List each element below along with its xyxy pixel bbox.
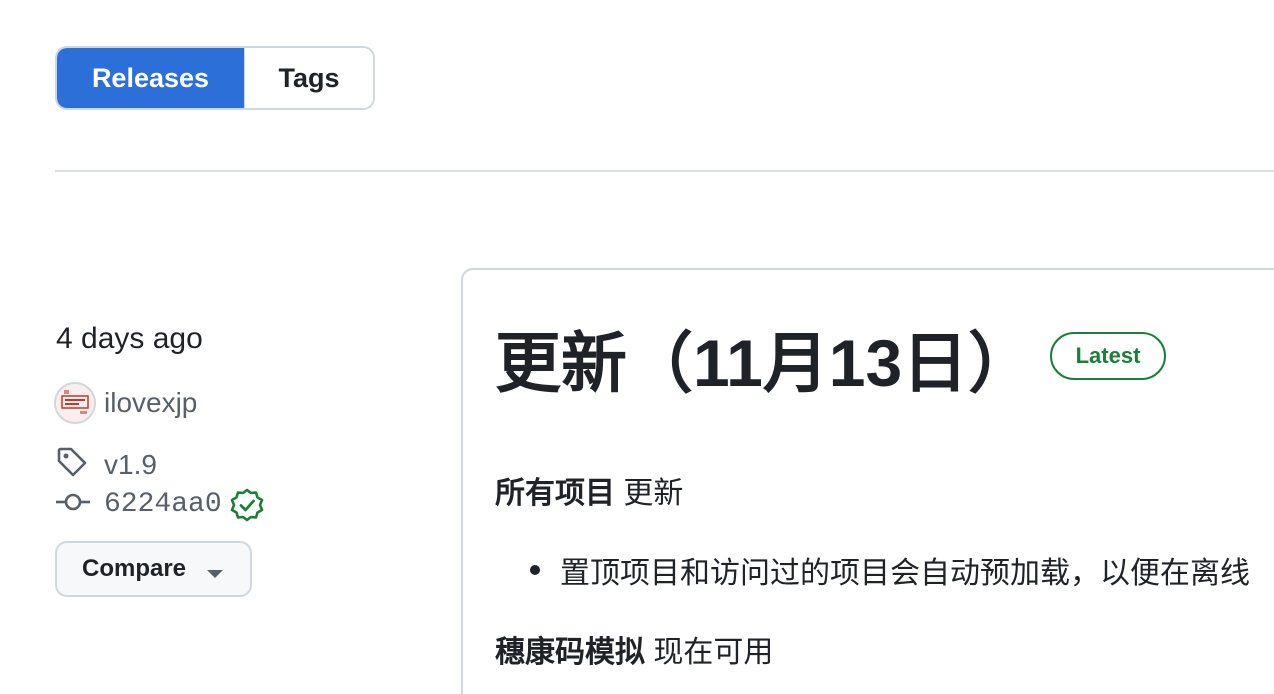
list-item-text: 置顶项目和访问过的项目会自动预加载，以便在离线: [560, 557, 1250, 590]
verified-icon[interactable]: [230, 488, 264, 522]
avatar[interactable]: [54, 382, 96, 424]
commit-sha[interactable]: 6224aa0: [104, 489, 222, 520]
tag-row[interactable]: v1.9: [56, 446, 157, 483]
author-row[interactable]: ilovexjp: [54, 382, 197, 424]
tab-tags[interactable]: Tags: [244, 48, 373, 108]
caret-down-icon: [207, 570, 223, 578]
release-body-paragraph: 所有项目 更新: [495, 468, 683, 512]
release-time: 4 days ago: [56, 322, 203, 355]
compare-label: Compare: [82, 555, 187, 582]
git-commit-icon: [56, 487, 92, 522]
paragraph-bold: 穗康码模拟: [495, 636, 645, 669]
bullet: [530, 565, 540, 575]
paragraph-text: 现在可用: [645, 636, 774, 669]
release-body-paragraph: 穗康码模拟 现在可用: [495, 627, 773, 671]
commit-row[interactable]: 6224aa0: [56, 487, 264, 522]
release-title[interactable]: 更新（11月13日）: [495, 310, 1034, 406]
paragraph-text: 更新: [615, 477, 684, 510]
releases-tags-switch: Releases Tags: [55, 46, 375, 110]
compare-button[interactable]: Compare: [55, 541, 252, 597]
tag-icon: [56, 446, 88, 483]
latest-badge: Latest: [1050, 332, 1166, 380]
paragraph-bold: 所有项目: [495, 477, 615, 510]
divider: [55, 170, 1274, 172]
tab-releases[interactable]: Releases: [57, 48, 244, 108]
release-body-list-item: 置顶项目和访问过的项目会自动预加载，以便在离线: [530, 548, 1250, 592]
releases-page: Releases Tags 4 days ago ilovexjp v1.9 6…: [0, 0, 1274, 694]
author-name[interactable]: ilovexjp: [104, 387, 197, 419]
tag-name[interactable]: v1.9: [104, 449, 157, 481]
